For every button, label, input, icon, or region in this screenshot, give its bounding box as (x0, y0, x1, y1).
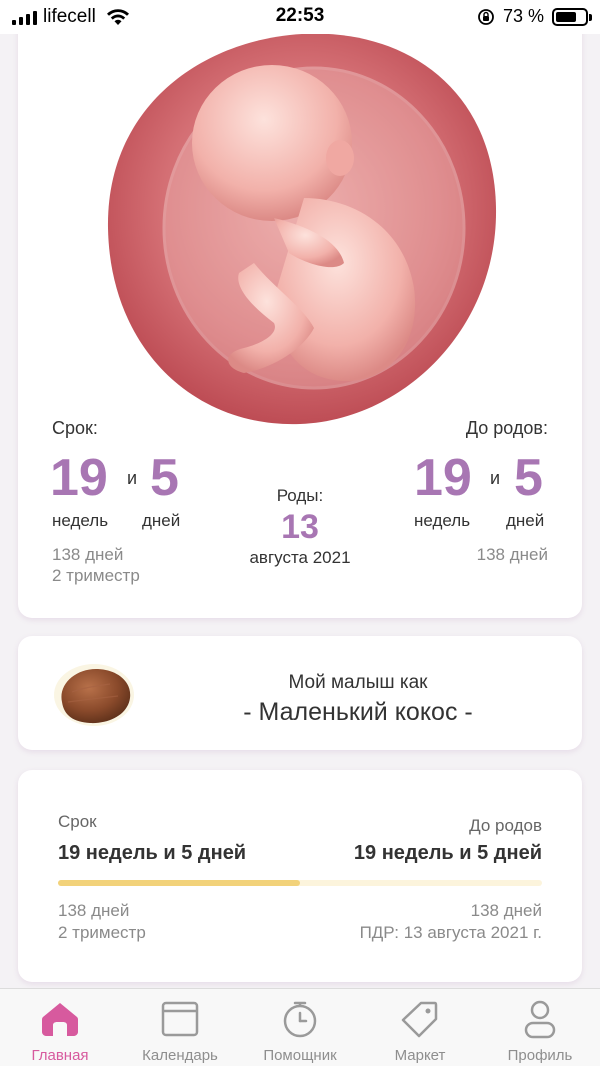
status-bar: lifecell 22:53 73 % (0, 0, 600, 34)
tab-profile-label: Профиль (507, 1047, 573, 1064)
until-weeks-unit: недель (414, 511, 471, 530)
tab-calendar-label: Календарь (142, 1047, 218, 1064)
progress-term-value: 19 недель и 5 дней (58, 842, 247, 864)
birth-label: Роды: (276, 486, 324, 505)
calendar-icon (160, 999, 200, 1039)
progress-term-details: 138 дней 2 триместр (58, 900, 146, 944)
progress-until-value: 19 недель и 5 дней (353, 842, 542, 864)
birth-day: 13 (281, 508, 319, 546)
progress-until-label: До родов (469, 816, 542, 835)
progress-term-label: Срок (58, 812, 97, 831)
baby-comparison-label: Мой малыш как (288, 672, 428, 693)
tab-calendar[interactable]: Календарь (120, 989, 240, 1066)
tab-market[interactable]: Маркет (360, 989, 480, 1066)
term-trimester: 2 триместр (52, 566, 140, 585)
battery-percent: 73 % (502, 6, 544, 26)
term-label: Срок: (52, 418, 98, 438)
tab-profile[interactable]: Профиль (480, 989, 600, 1066)
tab-market-label: Маркет (394, 1047, 446, 1064)
status-right: 73 % (477, 6, 592, 27)
until-total-days: 138 дней (476, 545, 548, 564)
progress-bar-fill (58, 880, 300, 886)
fetus-illustration (107, 33, 497, 425)
tag-icon (400, 999, 440, 1039)
progress-due-date: ПДР: 13 августа 2021 г. (359, 923, 542, 942)
baby-size-card[interactable]: Мой малыш как - Маленький кокос - (18, 636, 582, 750)
home-icon (40, 999, 80, 1039)
until-birth-label: До родов: (465, 418, 548, 438)
tab-assistant-label: Помощник (263, 1047, 337, 1064)
pregnancy-summary-card: Срок: До родов: 19 и 5 недель дней 138 д… (18, 20, 582, 618)
until-weeks-number: 19 (414, 449, 472, 507)
progress-card: Срок До родов 19 недель и 5 дней 19 неде… (18, 770, 582, 982)
progress-term-trimester: 2 триместр (58, 923, 146, 942)
tab-home[interactable]: Главная (0, 989, 120, 1066)
coconut-icon (54, 664, 134, 726)
profile-icon (520, 999, 560, 1039)
battery-icon (552, 7, 592, 26)
orientation-lock-icon (478, 8, 494, 25)
tab-bar: Главная Календарь Помощник Маркет Профил… (0, 988, 600, 1066)
tab-assistant[interactable]: Помощник (240, 989, 360, 1066)
until-and: и (490, 468, 501, 488)
until-days-unit: дней (506, 511, 545, 530)
progress-until-days: 138 дней (470, 901, 542, 920)
progress-term-days: 138 дней (58, 901, 130, 920)
tab-home-label: Главная (31, 1047, 89, 1064)
battery-level (556, 11, 577, 22)
stopwatch-icon (280, 999, 320, 1039)
progress-until-details: 138 дней ПДР: 13 августа 2021 г. (360, 900, 542, 944)
baby-comparison-value: - Маленький кокос - (243, 698, 473, 726)
until-days-number: 5 (514, 449, 543, 507)
progress-bar (58, 880, 542, 886)
